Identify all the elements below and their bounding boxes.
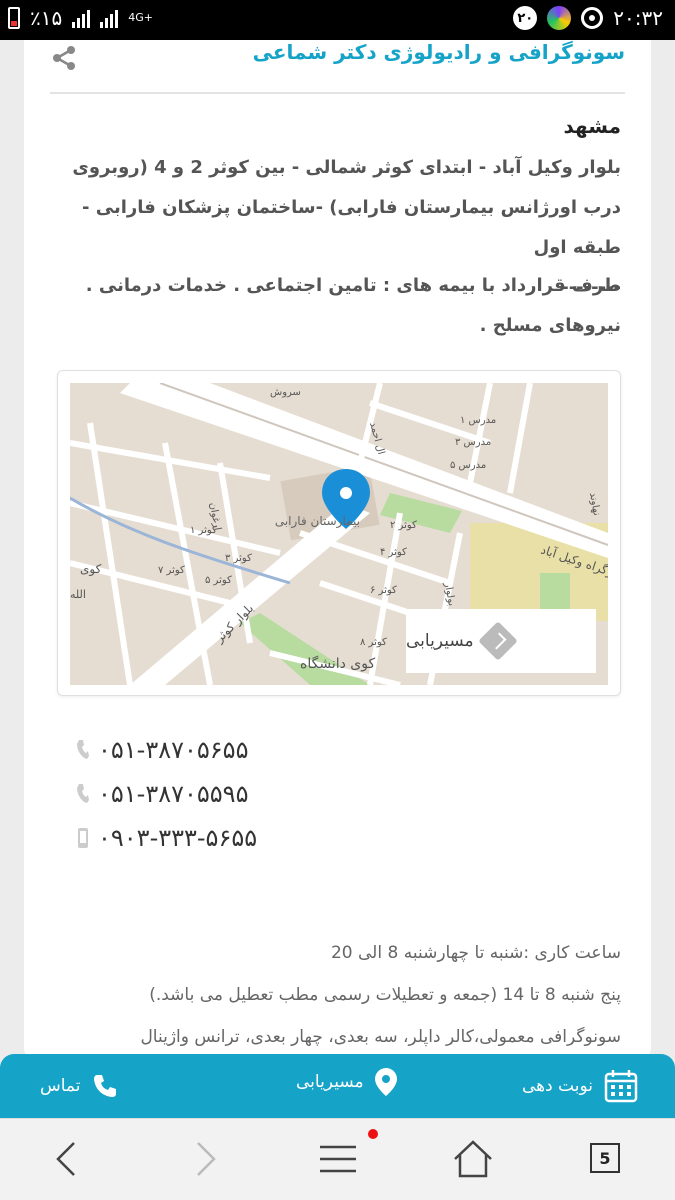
card-header: سونوگرافی و رادیولوژی دکتر شماعی	[50, 40, 625, 94]
menu-icon[interactable]	[318, 1139, 358, 1179]
call-label: تماس	[40, 1076, 81, 1096]
contact-list: ۰۵۱-۳۸۷۰۵۶۵۵ ۰۵۱-۳۸۷۰۵۵۹۵ ۰۹۰۳-۳۳۳-۵۶۵۵	[76, 728, 257, 860]
notification-count-badge: ۲۰	[513, 6, 538, 30]
phone-icon	[77, 784, 89, 803]
tab-count-badge: 5	[590, 1143, 620, 1173]
location-pin-icon	[374, 1068, 397, 1096]
map-view[interactable]: بیمارستان فارابی کوی دانشگاه بلوار کوثر …	[70, 383, 608, 685]
mobile-phone-icon	[78, 828, 88, 848]
calendar-icon	[604, 1070, 638, 1103]
battery-percent: ٪۱۵	[30, 6, 63, 30]
menu-notification-dot	[368, 1129, 378, 1139]
clinic-title: سونوگرافی و رادیولوژی دکتر شماعی	[252, 40, 625, 64]
map-label-kowsar-4: کوثر ۴	[380, 547, 407, 558]
browser-toolbar: 5	[0, 1118, 675, 1200]
call-button[interactable]: تماس	[40, 1054, 119, 1118]
map-label-sarv: سروش	[270, 387, 301, 398]
contact-row[interactable]: ۰۵۱-۳۸۷۰۵۵۹۵	[76, 772, 257, 816]
appointment-button[interactable]: نوبت دهی	[522, 1054, 639, 1118]
map-route-label: مسیریابی	[406, 631, 474, 651]
battery-icon	[8, 7, 20, 29]
map-label-kowsar-5: کوثر ۵	[205, 575, 232, 586]
map-label-modares-5: مدرس ۵	[450, 460, 486, 471]
bottom-action-bar: نوبت دهی مسیریابی تماس	[0, 1054, 675, 1118]
clinic-card: سونوگرافی و رادیولوژی دکتر شماعی مشهد بل…	[24, 40, 651, 1060]
map-label-kowsar-7: کوثر ۷	[158, 565, 185, 576]
share-icon[interactable]	[50, 44, 78, 72]
map-label-allah: الله	[70, 588, 86, 601]
map-route-button[interactable]: مسیریابی	[406, 609, 596, 673]
directions-icon	[477, 621, 518, 661]
forward-arrow-icon[interactable]	[190, 1139, 220, 1179]
contact-number[interactable]: ۰۵۱-۳۸۷۰۵۶۵۵	[98, 736, 248, 764]
map-label-kowsar-8: کوثر ۸	[360, 637, 387, 648]
phone-icon	[93, 1075, 116, 1097]
appointment-label: نوبت دهی	[521, 1076, 593, 1096]
hours-line-2: پنج شنبه 8 تا 14 (جمعه و تعطیلات رسمی مط…	[149, 985, 621, 1005]
app-notification-icon	[547, 6, 572, 30]
address-text: بلوار وکیل آباد - ابتدای کوثر شمالی - بی…	[72, 157, 621, 258]
contact-row[interactable]: ۰۹۰۳-۳۳۳-۵۶۵۵	[76, 816, 257, 860]
phone-icon	[77, 740, 89, 759]
working-hours: ساعت کاری :شنبه تا چهارشنبه 8 الی 20 پنج…	[51, 932, 621, 1058]
map-label-kowsar-6: کوثر ۶	[370, 585, 397, 596]
map-label-hospital: بیمارستان فارابی	[275, 514, 360, 529]
city-name: مشهد	[563, 114, 622, 138]
map-label-koy: کوی	[80, 562, 102, 577]
map-label-kowsar-3: کوثر ۳	[225, 553, 252, 564]
sync-icon	[581, 7, 604, 29]
status-bar: ٪۱۵ 4G+ ۲۰ ۲۰:۳۲	[0, 0, 675, 40]
route-nav-button[interactable]: مسیریابی	[296, 1050, 398, 1114]
map-label-modares-3: مدرس ۳	[455, 437, 491, 448]
map-label-modares-1: مدرس ۱	[460, 415, 496, 426]
map-label-university: کوی دانشگاه	[300, 655, 375, 672]
network-type: 4G+	[128, 11, 153, 24]
signal-icon-2	[100, 8, 119, 28]
contact-number[interactable]: ۰۹۰۳-۳۳۳-۵۶۵۵	[98, 824, 257, 852]
hours-line-1: ساعت کاری :شنبه تا چهارشنبه 8 الی 20	[330, 943, 621, 963]
status-left: ٪۱۵ 4G+	[8, 6, 153, 30]
insurance-contract-text: طرف قرارداد با بیمه های : تامین اجتماعی …	[85, 275, 621, 336]
clock: ۲۰:۳۲	[613, 6, 663, 30]
route-nav-label: مسیریابی	[296, 1072, 364, 1092]
map-widget: بیمارستان فارابی کوی دانشگاه بلوار کوثر …	[57, 370, 621, 696]
map-label-kowsar-2: کوثر ۲	[390, 520, 417, 531]
contact-row[interactable]: ۰۵۱-۳۸۷۰۵۶۵۵	[76, 728, 257, 772]
back-arrow-icon[interactable]	[52, 1139, 82, 1179]
tabs-button[interactable]: 5	[590, 1143, 620, 1173]
home-icon[interactable]	[452, 1139, 494, 1179]
contact-number[interactable]: ۰۵۱-۳۸۷۰۵۵۹۵	[98, 780, 248, 808]
status-right: ۲۰ ۲۰:۳۲	[513, 6, 663, 30]
signal-icon	[72, 8, 91, 28]
